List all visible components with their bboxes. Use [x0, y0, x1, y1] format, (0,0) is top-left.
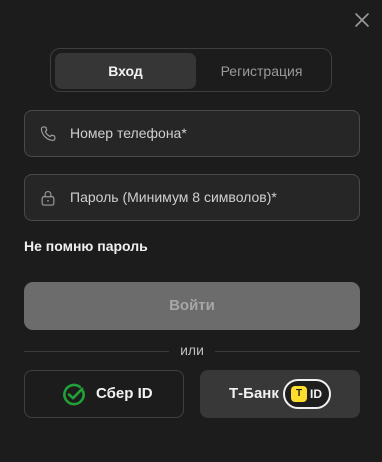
password-field[interactable]: Пароль (Минимум 8 символов)*	[24, 174, 360, 221]
phone-icon	[38, 124, 58, 144]
forgot-password-link[interactable]: Не помню пароль	[24, 238, 148, 254]
close-icon[interactable]	[352, 10, 372, 30]
lock-icon	[38, 188, 58, 208]
login-button[interactable]: Войти	[24, 282, 360, 330]
divider-text: или	[180, 342, 204, 358]
phone-field[interactable]: Номер телефона*	[24, 110, 360, 157]
tab-register[interactable]: Регистрация	[196, 53, 327, 89]
auth-tabs: Вход Регистрация	[50, 48, 332, 92]
sber-id-button[interactable]: Сбер ID	[24, 370, 184, 418]
password-placeholder: Пароль (Минимум 8 символов)*	[70, 189, 277, 205]
tbank-id-text: ID	[310, 387, 322, 401]
tbank-id-button[interactable]: Т-Банк T ID	[200, 370, 360, 418]
sber-id-label: Сбер ID	[96, 385, 153, 402]
tab-login[interactable]: Вход	[55, 53, 196, 89]
tbank-id-logo: T ID	[283, 379, 331, 409]
tbank-label: Т-Банк	[229, 385, 279, 402]
divider-right	[215, 351, 360, 352]
phone-placeholder: Номер телефона*	[70, 125, 187, 141]
tbank-shield-icon: T	[291, 386, 307, 402]
sber-check-icon	[62, 383, 86, 407]
divider-left	[24, 351, 169, 352]
